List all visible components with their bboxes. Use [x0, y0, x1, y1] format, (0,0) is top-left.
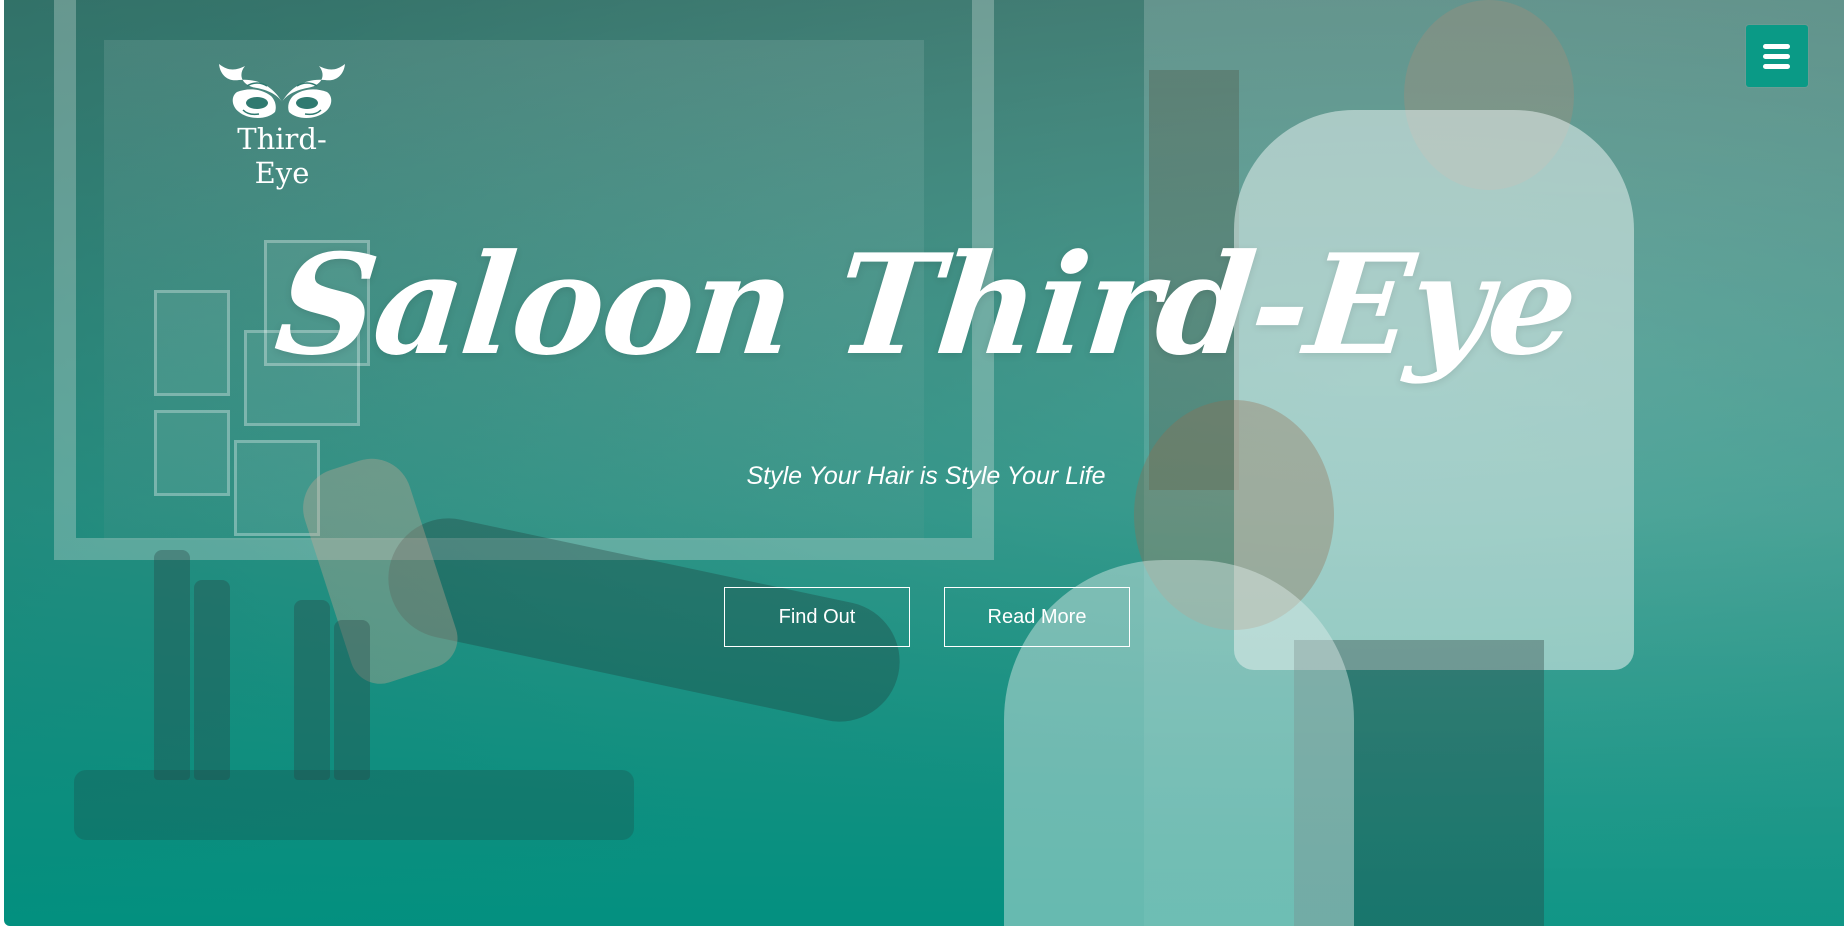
hero-title: Saloon Third-Eye [268, 223, 1584, 386]
background-bottle [154, 550, 190, 780]
background-bottle [294, 600, 330, 780]
find-out-button[interactable]: Find Out [724, 587, 910, 647]
hero-tagline: Style Your Hair is Style Your Life [746, 462, 1106, 490]
hero-section: Third-Eye Saloon Third-Eye Style Your Ha… [4, 0, 1844, 926]
background-shelf [74, 770, 634, 840]
logo-text: Third-Eye [237, 122, 327, 190]
hamburger-menu-button[interactable] [1746, 25, 1808, 87]
hamburger-menu-icon-line [1763, 54, 1790, 59]
read-more-button[interactable]: Read More [944, 587, 1130, 647]
site-logo[interactable]: Third-Eye [212, 58, 352, 190]
background-bottle [334, 620, 370, 780]
hamburger-menu-icon-line [1763, 64, 1790, 69]
background-bottle [194, 580, 230, 780]
hamburger-menu-icon [1763, 44, 1790, 49]
mask-icon [219, 64, 345, 118]
